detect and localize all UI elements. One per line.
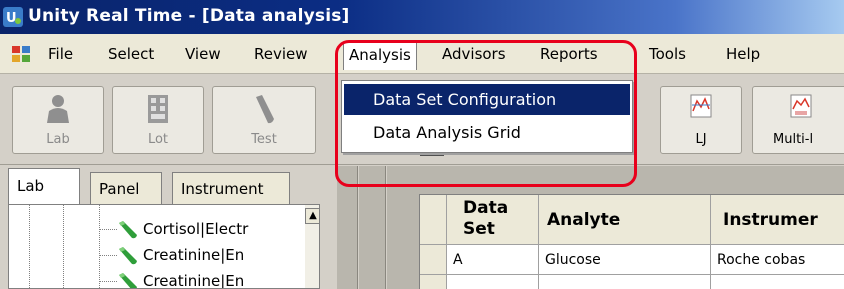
multi-chart-icon [790,94,812,118]
tree-item-label: Creatinine|En [143,272,245,289]
main-area: Data Set Analyte Instrumer A Glucose Roc… [337,166,844,289]
col-header-dataset-line2: Set [463,219,495,239]
cell-dataset[interactable]: A [447,245,539,275]
test-tube-icon [119,273,137,288]
menu-analysis[interactable]: Analysis [343,42,417,70]
lab-button[interactable]: Lab [12,86,104,154]
cell-empty[interactable] [447,275,539,289]
menu-file[interactable]: File [44,43,77,65]
app-logo-icon: U [3,7,23,27]
splitter[interactable] [357,166,359,289]
analysis-dropdown-menu: Data Set Configuration Data Analysis Gri… [341,80,633,153]
lj-button[interactable]: LJ [660,86,742,154]
tab-panel[interactable]: Panel [90,172,162,204]
col-header-dataset-line1: Data [463,198,509,218]
tab-lab[interactable]: Lab [8,168,80,204]
multi-button-label: Multi-l [773,132,814,147]
tree-item[interactable]: Creatinine|En [117,244,244,266]
lab-user-icon [47,95,69,123]
system-menu-icon[interactable] [12,46,30,62]
test-button-label: Test [251,132,277,147]
menu-view[interactable]: View [181,43,225,65]
col-header-instrument[interactable]: Instrumer [711,195,844,245]
menu-item-data-set-configuration[interactable]: Data Set Configuration [344,84,630,115]
tree-item[interactable]: Creatinine|En [117,270,245,289]
tree-connector [99,255,117,256]
tree-connector [29,205,30,288]
test-tube-icon [119,221,137,239]
splitter[interactable] [385,166,387,289]
menu-help[interactable]: Help [722,43,764,65]
tree-view: Cortisol|Electr Creatinine|En Creatinine… [8,204,320,289]
data-analysis-grid: Data Set Analyte Instrumer A Glucose Roc… [419,194,844,289]
menu-tools[interactable]: Tools [645,43,690,65]
window-title: Unity Real Time - [Data analysis] [28,6,350,26]
left-panel: Lab Panel Instrument Cortisol|Electr Cre… [0,166,337,289]
test-tube-icon [256,95,274,124]
menu-bar: File Select View Review Analysis Advisor… [0,34,844,74]
cell-analyte[interactable]: Glucose [539,245,711,275]
lot-button[interactable]: Lot [112,86,204,154]
tab-instrument[interactable]: Instrument [172,172,290,204]
lj-chart-icon [690,94,712,118]
tree-connector [99,205,100,288]
menu-review[interactable]: Review [250,43,312,65]
cell-instrument[interactable]: Roche cobas [711,245,844,275]
title-bar: U Unity Real Time - [Data analysis] [0,0,844,34]
tree-item-label: Cortisol|Electr [143,220,249,238]
cell-empty[interactable] [711,275,844,289]
lj-button-label: LJ [695,132,707,147]
multi-button[interactable]: Multi-l [752,86,844,154]
cell-empty[interactable] [539,275,711,289]
menu-select[interactable]: Select [104,43,158,65]
menu-advisors[interactable]: Advisors [438,43,510,65]
tree-item-label: Creatinine|En [143,246,245,264]
tree-connector [99,281,117,282]
row-header[interactable] [420,245,447,275]
row-header[interactable] [420,275,447,289]
test-button[interactable]: Test [212,86,316,154]
menu-reports[interactable]: Reports [536,43,602,65]
lot-button-label: Lot [147,132,169,147]
test-tube-icon [119,247,137,265]
menu-item-data-analysis-grid[interactable]: Data Analysis Grid [344,117,630,148]
tree-connector [63,205,64,288]
grid-corner [420,195,447,245]
lab-button-label: Lab [46,132,70,147]
col-header-dataset[interactable]: Data Set [447,195,539,245]
svg-text:U: U [6,11,17,26]
col-header-analyte[interactable]: Analyte [539,195,711,245]
scroll-up-arrow-icon[interactable]: ▲ [305,208,319,224]
tree-connector [99,229,117,230]
tree-item[interactable]: Cortisol|Electr [117,218,248,240]
lot-rack-icon [148,95,168,123]
tree-scrollbar[interactable]: ▲ [305,205,319,288]
